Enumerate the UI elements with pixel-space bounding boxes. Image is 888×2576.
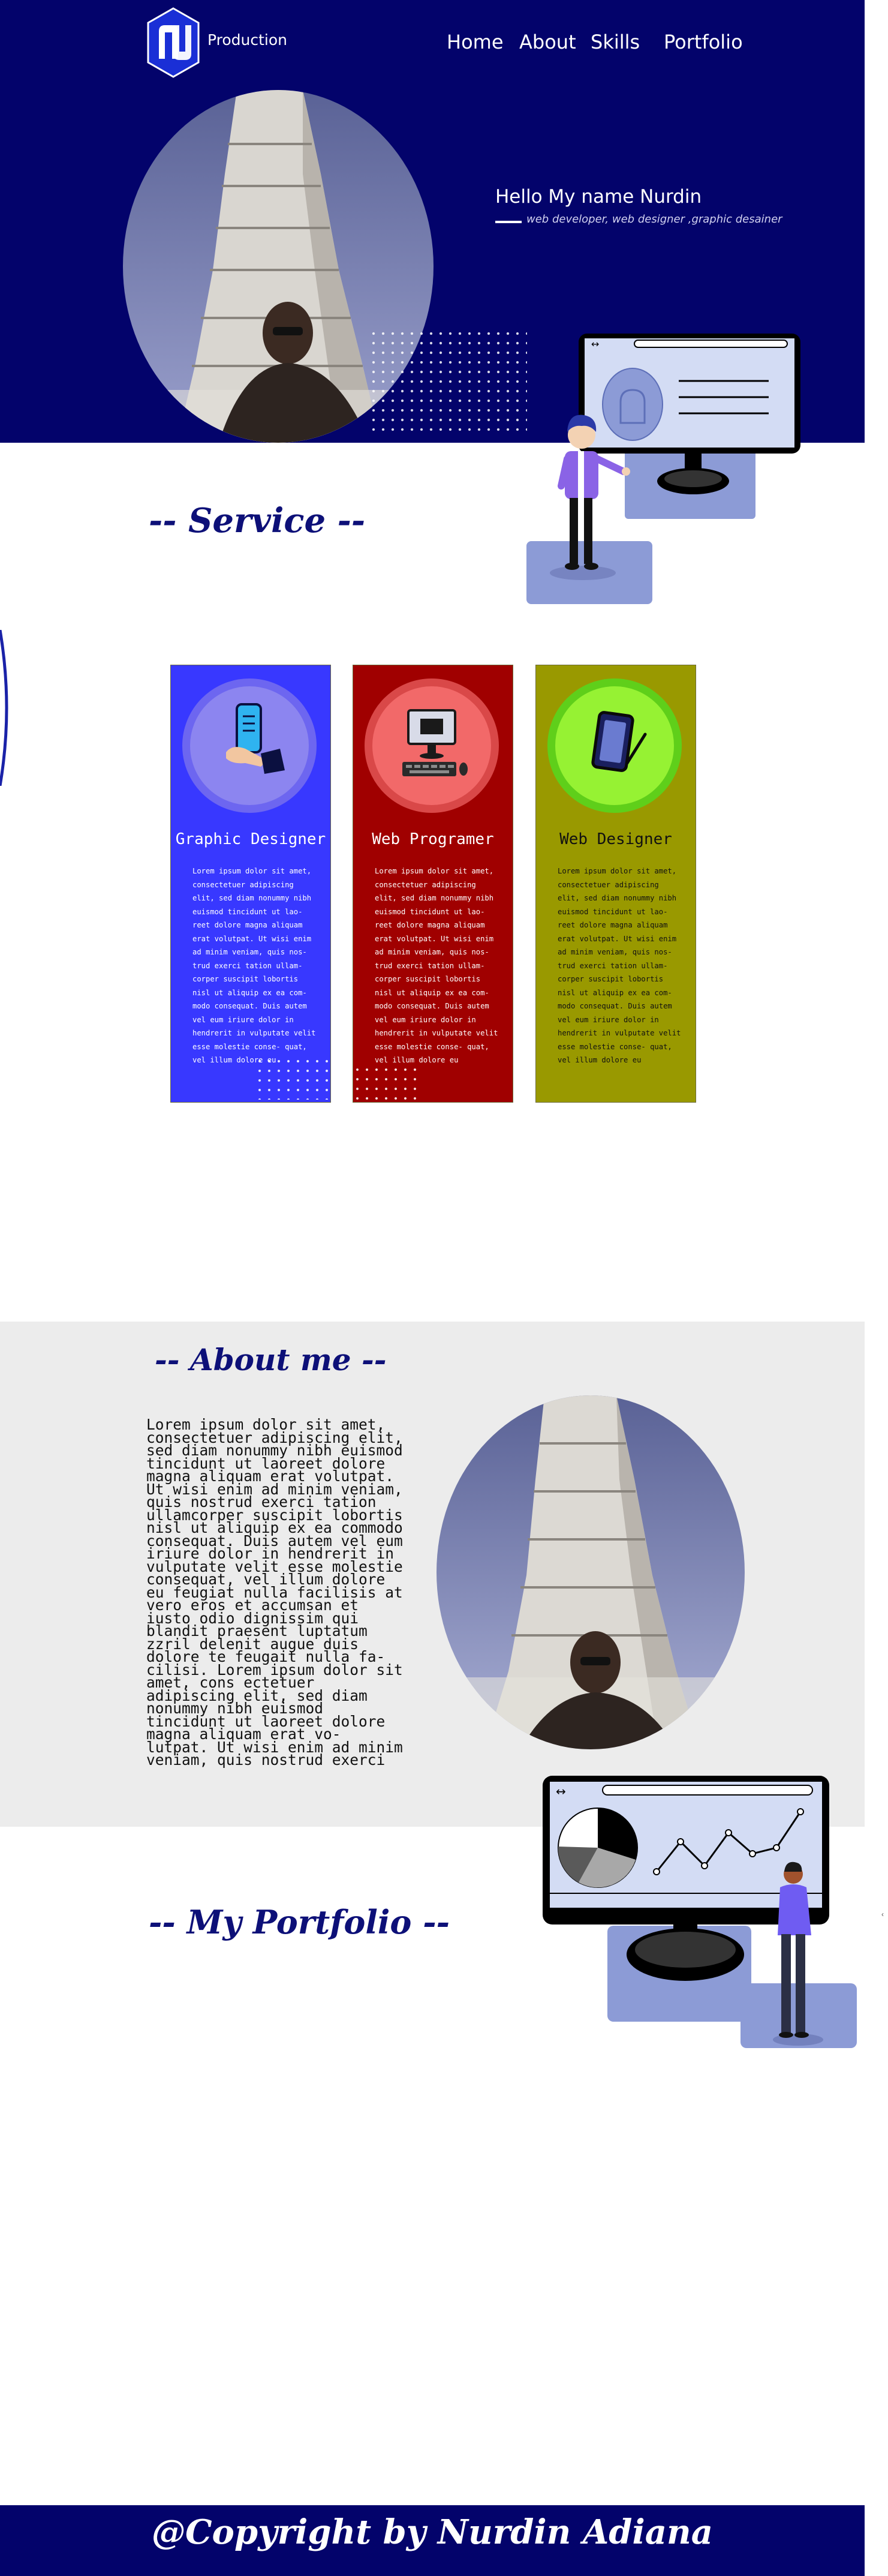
service-card-web-programer[interactable]: Web Programer Lorem ipsum dolor sit amet… xyxy=(353,665,513,1103)
decorative-mark: ‹ xyxy=(881,1910,884,1919)
card-title: Web Designer xyxy=(559,830,672,848)
tablet-pen-icon xyxy=(591,711,647,772)
about-text: Lorem ipsum dolor sit amet, consectetuer… xyxy=(146,1416,403,1769)
about-heading: -- About me -- xyxy=(155,1342,387,1377)
service-card-web-designer[interactable]: Web Designer Lorem ipsum dolor sit amet,… xyxy=(535,665,696,1103)
nav-home[interactable]: Home xyxy=(447,31,504,53)
card-dot-pattern xyxy=(255,1056,330,1100)
decorative-curve xyxy=(0,630,8,786)
nav-portfolio[interactable]: Portfolio xyxy=(664,31,743,53)
nav-about[interactable]: About xyxy=(519,31,576,53)
svg-text:↔: ↔ xyxy=(556,1784,566,1799)
brand-logo-icon[interactable] xyxy=(146,7,201,78)
card-title: Graphic Designer xyxy=(175,830,326,848)
card-text: Lorem ipsum dolor sit amet, consectetuer… xyxy=(558,867,681,1064)
hero-dot-pattern xyxy=(369,329,527,437)
nav-skills[interactable]: Skills xyxy=(591,31,640,53)
greeting-dash xyxy=(495,221,522,223)
card-title: Web Programer xyxy=(372,830,494,848)
copyright-text: @Copyright by Nurdin Adiana xyxy=(151,2512,714,2552)
card-dot-pattern xyxy=(353,1065,419,1104)
card-text: Lorem ipsum dolor sit amet, consectetuer… xyxy=(192,867,316,1064)
svg-text:↔: ↔ xyxy=(591,338,599,350)
analytics-monitor-illustration: ↔ xyxy=(543,1776,857,2048)
phone-hand-icon xyxy=(226,703,285,774)
service-heading: -- Service -- xyxy=(149,501,366,541)
card-icon-circle xyxy=(365,678,499,813)
brand-name: Production xyxy=(207,31,288,49)
hero-tagline: web developer, web designer ,graphic des… xyxy=(526,213,782,226)
developer-monitor-illustration: ↔ xyxy=(526,334,800,604)
card-icon-circle xyxy=(547,678,682,813)
about-photo xyxy=(437,1395,745,1749)
card-text: Lorem ipsum dolor sit amet, consectetuer… xyxy=(375,867,498,1064)
card-icon-circle xyxy=(182,678,317,813)
service-card-graphic-designer[interactable]: Graphic Designer Lorem ipsum dolor sit a… xyxy=(170,665,331,1103)
desktop-computer-icon xyxy=(402,709,468,776)
hero-greeting: Hello My name Nurdin xyxy=(495,186,702,208)
portfolio-heading: -- My Portfolio -- xyxy=(149,1903,450,1941)
